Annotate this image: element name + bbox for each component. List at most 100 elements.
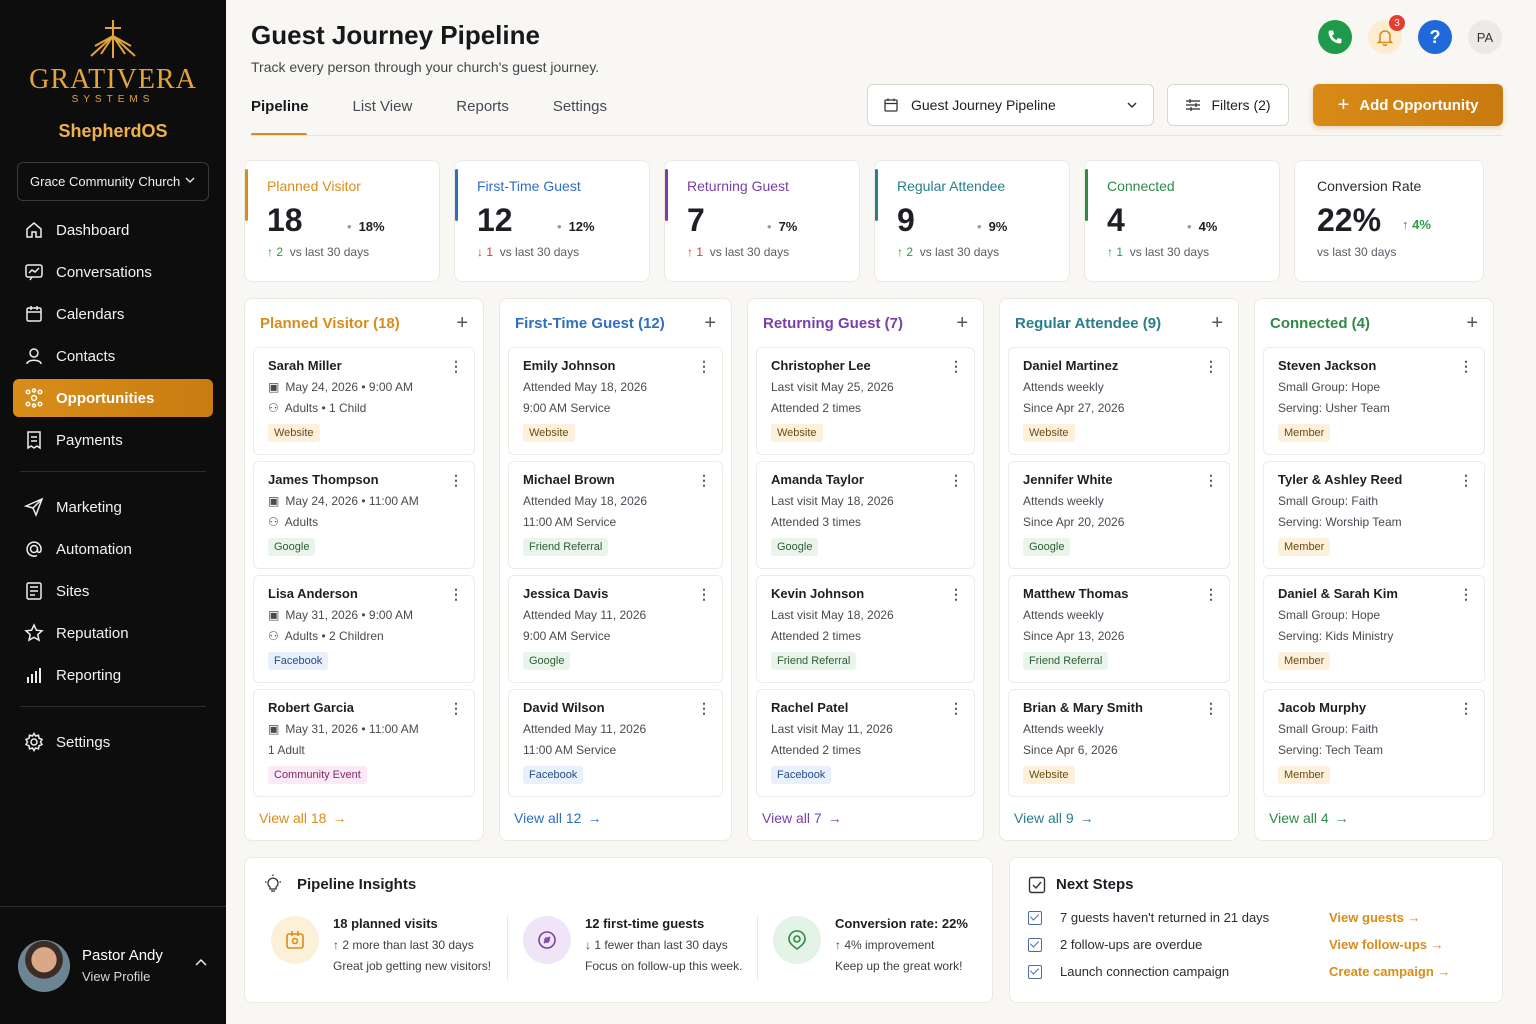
stat-card-regular-attendee[interactable]: Regular Attendee 9 9% ↑ 2 vs last 30 day…: [874, 160, 1070, 282]
more-vertical-icon[interactable]: ⋮: [949, 700, 963, 717]
profile-card[interactable]: Pastor Andy View Profile: [0, 906, 226, 1024]
next-step-text: Launch connection campaign: [1060, 964, 1230, 979]
stat-card-connected[interactable]: Connected 4 4% ↑ 1 vs last 30 days: [1084, 160, 1280, 282]
opportunity-card[interactable]: Jennifer White ⋮ Attends weekly Since Apr 2…: [1008, 461, 1230, 569]
phone-button[interactable]: [1318, 20, 1352, 54]
more-vertical-icon[interactable]: ⋮: [949, 358, 963, 375]
card-detail: Last visit May 18, 2026: [771, 608, 894, 622]
pipeline-select[interactable]: Guest Journey Pipeline: [867, 84, 1154, 126]
view-follow-ups-link[interactable]: View follow-ups →: [1329, 937, 1444, 952]
card-line: ▣ May 24, 2026 • 9:00 AM: [268, 380, 460, 394]
column-title: Returning Guest (7): [763, 314, 904, 332]
more-vertical-icon[interactable]: ⋮: [697, 472, 711, 489]
more-vertical-icon[interactable]: ⋮: [949, 472, 963, 489]
column-title: Planned Visitor (18): [260, 314, 400, 332]
church-selector[interactable]: Grace Community Church: [17, 162, 209, 201]
sidebar-item-automation[interactable]: Automation: [13, 530, 213, 568]
more-vertical-icon[interactable]: ⋮: [449, 472, 463, 489]
add-card-plus-icon[interactable]: +: [704, 312, 716, 335]
view-guests-link[interactable]: View guests →: [1329, 910, 1421, 925]
more-vertical-icon[interactable]: ⋮: [1459, 586, 1473, 603]
more-vertical-icon[interactable]: ⋮: [449, 700, 463, 717]
view-all-link[interactable]: View all 9 →: [1014, 810, 1094, 826]
checkbox[interactable]: [1028, 937, 1042, 952]
more-vertical-icon[interactable]: ⋮: [1204, 358, 1218, 375]
user-initials-button[interactable]: PA: [1468, 20, 1502, 54]
opportunity-card[interactable]: Lisa Anderson ⋮ ▣ May 31, 2026 • 9:00 AM ⚇ Ad…: [253, 575, 475, 683]
add-card-plus-icon[interactable]: +: [456, 312, 468, 335]
stat-card-first-time-guest[interactable]: First-Time Guest 12 12% ↓ 1 vs last 30 d…: [454, 160, 650, 282]
checkbox[interactable]: [1028, 910, 1042, 925]
opportunity-card[interactable]: Matthew Thomas ⋮ Attends weekly Since Apr 1…: [1008, 575, 1230, 683]
sidebar-item-conversations[interactable]: Conversations: [13, 253, 213, 291]
opportunity-card[interactable]: Emily Johnson ⋮ Attended May 18, 2026 9:00 …: [508, 347, 723, 455]
add-card-plus-icon[interactable]: +: [1211, 312, 1223, 335]
more-vertical-icon[interactable]: ⋮: [1204, 472, 1218, 489]
view-all-link[interactable]: View all 18 →: [259, 810, 346, 826]
more-vertical-icon[interactable]: ⋮: [697, 700, 711, 717]
opportunity-card[interactable]: James Thompson ⋮ ▣ May 24, 2026 • 11:00 AM ⚇…: [253, 461, 475, 569]
sidebar-item-contacts[interactable]: Contacts: [13, 337, 213, 375]
opportunity-card[interactable]: Michael Brown ⋮ Attended May 18, 2026 11:00…: [508, 461, 723, 569]
more-vertical-icon[interactable]: ⋮: [449, 586, 463, 603]
opportunity-card[interactable]: Steven Jackson ⋮ Small Group: Hope Serving:…: [1263, 347, 1485, 455]
add-card-plus-icon[interactable]: +: [1466, 312, 1478, 335]
opportunity-card[interactable]: Christopher Lee ⋮ Last visit May 25, 2026 A…: [756, 347, 975, 455]
notifications-button[interactable]: 3: [1368, 15, 1405, 54]
opportunity-card[interactable]: Sarah Miller ⋮ ▣ May 24, 2026 • 9:00 AM ⚇ Adu…: [253, 347, 475, 455]
opportunity-card[interactable]: Daniel & Sarah Kim ⋮ Small Group: Hope Serv…: [1263, 575, 1485, 683]
card-name: Jacob Murphy: [1278, 700, 1367, 715]
more-vertical-icon[interactable]: ⋮: [697, 586, 711, 603]
more-vertical-icon[interactable]: ⋮: [949, 586, 963, 603]
add-card-plus-icon[interactable]: +: [956, 312, 968, 335]
card-name: Steven Jackson: [1278, 358, 1377, 373]
view-all-link[interactable]: View all 7 →: [762, 810, 842, 826]
tab-pipeline[interactable]: Pipeline: [251, 98, 309, 136]
sidebar-item-opportunities[interactable]: Opportunities: [13, 379, 213, 417]
sidebar-item-settings[interactable]: Settings: [13, 723, 213, 761]
create-campaign-link[interactable]: Create campaign →: [1329, 964, 1450, 979]
more-vertical-icon[interactable]: ⋮: [697, 358, 711, 375]
sidebar-item-payments[interactable]: Payments: [13, 421, 213, 459]
opportunity-card[interactable]: Rachel Patel ⋮ Last visit May 11, 2026 Atte…: [756, 689, 975, 797]
panel-title: Next Steps: [1056, 876, 1134, 893]
opportunity-card[interactable]: Jacob Murphy ⋮ Small Group: Faith Serving: …: [1263, 689, 1485, 797]
more-vertical-icon[interactable]: ⋮: [1459, 700, 1473, 717]
more-vertical-icon[interactable]: ⋮: [1459, 472, 1473, 489]
sidebar-item-label: Payments: [56, 431, 123, 449]
tab-settings[interactable]: Settings: [553, 98, 607, 136]
more-vertical-icon[interactable]: ⋮: [1459, 358, 1473, 375]
sidebar-item-marketing[interactable]: Marketing: [13, 488, 213, 526]
filters-button[interactable]: Filters (2): [1167, 84, 1289, 126]
view-profile-link[interactable]: View Profile: [82, 969, 182, 984]
sidebar-item-reputation[interactable]: Reputation: [13, 614, 213, 652]
view-all-link[interactable]: View all 4 →: [1269, 810, 1349, 826]
more-vertical-icon[interactable]: ⋮: [1204, 700, 1218, 717]
more-vertical-icon[interactable]: ⋮: [1204, 586, 1218, 603]
opportunity-card[interactable]: Amanda Taylor ⋮ Last visit May 18, 2026 Att…: [756, 461, 975, 569]
stat-card-planned-visitor[interactable]: Planned Visitor 18 18% ↑ 2 vs last 30 da…: [244, 160, 440, 282]
opportunity-card[interactable]: Tyler & Ashley Reed ⋮ Small Group: Faith Se…: [1263, 461, 1485, 569]
more-vertical-icon[interactable]: ⋮: [449, 358, 463, 375]
tab-reports[interactable]: Reports: [456, 98, 509, 136]
stat-card-conversion-rate[interactable]: Conversion Rate 22% ↑ 4% vs last 30 days: [1294, 160, 1484, 282]
opportunity-card[interactable]: Jessica Davis ⋮ Attended May 11, 2026 9:00 …: [508, 575, 723, 683]
help-button[interactable]: ?: [1418, 20, 1452, 54]
tab-list-view[interactable]: List View: [353, 98, 413, 136]
card-detail: Serving: Kids Ministry: [1278, 629, 1394, 643]
sidebar-item-dashboard[interactable]: Dashboard: [13, 211, 213, 249]
sidebar-item-calendars[interactable]: Calendars: [13, 295, 213, 333]
checkbox[interactable]: [1028, 964, 1042, 979]
add-opportunity-button[interactable]: + Add Opportunity: [1313, 84, 1503, 126]
sidebar-item-reporting[interactable]: Reporting: [13, 656, 213, 694]
opportunity-card[interactable]: David Wilson ⋮ Attended May 11, 2026 11:00 …: [508, 689, 723, 797]
opportunity-card[interactable]: Robert Garcia ⋮ ▣ May 31, 2026 • 11:00 AM 1 …: [253, 689, 475, 797]
stat-card-returning-guest[interactable]: Returning Guest 7 7% ↑ 1 vs last 30 days: [664, 160, 860, 282]
view-all-link[interactable]: View all 12 →: [514, 810, 601, 826]
chevron-up-icon[interactable]: [194, 956, 208, 975]
sidebar-item-sites[interactable]: Sites: [13, 572, 213, 610]
opportunity-card[interactable]: Brian & Mary Smith ⋮ Attends weekly Since A…: [1008, 689, 1230, 797]
card-line: ⚇ Adults: [268, 515, 460, 529]
opportunity-card[interactable]: Kevin Johnson ⋮ Last visit May 18, 2026 Att…: [756, 575, 975, 683]
opportunity-card[interactable]: Daniel Martinez ⋮ Attends weekly Since Apr …: [1008, 347, 1230, 455]
